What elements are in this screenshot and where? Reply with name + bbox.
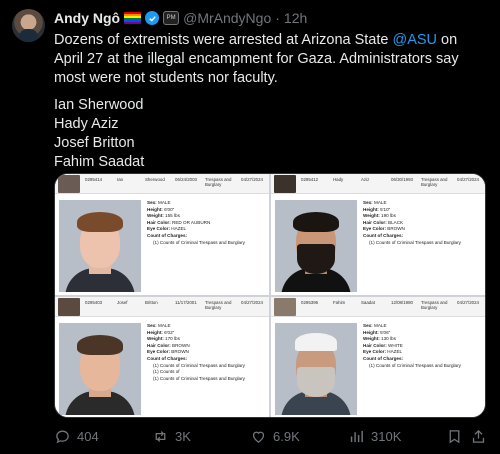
thumbnail-image xyxy=(274,175,296,193)
record-details: Sex: MALE Height: 6'02" Weight: 170 lbs … xyxy=(147,323,245,381)
record-header-row: 0295396 Fahim Saadat 12/08/1980 Trespass… xyxy=(271,297,485,317)
date-of-birth: 11/17/2001 xyxy=(175,300,197,305)
bookmark-button[interactable] xyxy=(446,428,463,445)
arrest-date: 04/27/2024 xyxy=(457,177,479,182)
record-details: Sex: MALE Height: 6'00" Weight: 155 lbs … xyxy=(147,200,245,245)
mugshot-photo xyxy=(275,200,357,292)
record-header-row: 0295414 Ian Sherwood 06/24/2003 Trespass… xyxy=(55,174,269,194)
name-line: Hady Aziz xyxy=(54,116,119,132)
name-line: Ian Sherwood xyxy=(54,97,144,113)
mugshot-photo xyxy=(59,200,141,292)
date-of-birth: 06/24/2003 xyxy=(175,177,197,182)
record-header-row: 0295412 Hady Aziz 06/30/1993 Trespass an… xyxy=(271,174,485,194)
media-grid[interactable]: 0295414 Ian Sherwood 06/24/2003 Trespass… xyxy=(54,173,486,418)
timestamp[interactable]: 12h xyxy=(284,10,307,26)
first-name: Hady xyxy=(333,177,344,182)
thumbnail-image xyxy=(58,298,80,316)
date-of-birth: 12/08/1980 xyxy=(391,300,413,305)
repost-button[interactable]: 3K xyxy=(152,428,191,445)
mugshot-photo xyxy=(59,323,141,415)
mugshot-photo xyxy=(275,323,357,415)
thumbnail-image xyxy=(58,175,80,193)
first-name: Ian xyxy=(117,177,124,182)
bookmark-icon xyxy=(449,430,460,444)
name-line: Josef Britton xyxy=(54,135,135,151)
verified-badge-icon[interactable] xyxy=(145,11,160,25)
first-name: Josef xyxy=(117,300,128,305)
booking-number: 0295412 xyxy=(301,177,319,182)
reply-icon xyxy=(56,430,69,444)
mugshot-card[interactable]: 0295412 Hady Aziz 06/30/1993 Trespass an… xyxy=(271,174,485,295)
thumbnail-image xyxy=(274,298,296,316)
booking-number: 0295396 xyxy=(301,300,319,305)
arrest-date: 04/27/2024 xyxy=(241,177,263,182)
repost-icon xyxy=(155,431,166,442)
author-handle[interactable]: @MrAndyNgo xyxy=(183,10,271,26)
tweet-text-part1: Dozens of extremists were arrested at Ar… xyxy=(54,32,393,48)
views-chart-icon xyxy=(350,430,363,443)
last-name: Britton xyxy=(145,300,158,305)
date-of-birth: 06/30/1993 xyxy=(391,177,413,182)
view-count: 310K xyxy=(371,429,402,444)
arrest-date: 04/27/2024 xyxy=(241,300,263,305)
share-icon xyxy=(472,429,485,443)
offense: Trespass and Burglary xyxy=(421,177,448,187)
first-name: Fahim xyxy=(333,300,346,305)
arrestee-names: Ian Sherwood Hady Aziz Josef Britton Fah… xyxy=(54,96,144,172)
avatar[interactable] xyxy=(12,9,45,42)
heart-icon xyxy=(252,431,265,443)
affiliation-badge-icon[interactable]: PM xyxy=(163,11,180,25)
reply-count: 404 xyxy=(77,429,99,444)
like-count: 6.9K xyxy=(273,429,300,444)
reply-button[interactable]: 404 xyxy=(54,428,99,445)
rainbow-flag-icon xyxy=(124,12,142,24)
booking-number: 0295403 xyxy=(85,300,103,305)
separator-dot: · xyxy=(275,10,280,26)
record-details: Sex: MALE Height: 5'10" Weight: 190 lbs … xyxy=(363,200,461,245)
tweet-header: Andy Ngô PM @MrAndyNgo · 12h xyxy=(54,9,307,27)
mugshot-card[interactable]: 0295403 Josef Britton 11/17/2001 Trespas… xyxy=(55,297,269,417)
mugshot-card[interactable]: 0295396 Fahim Saadat 12/08/1980 Trespass… xyxy=(271,297,485,417)
author-name[interactable]: Andy Ngô xyxy=(54,10,120,26)
booking-number: 0295414 xyxy=(85,177,103,182)
arrest-date: 04/27/2024 xyxy=(457,300,479,305)
action-bar: 404 3K 6.9K 310K xyxy=(54,428,486,446)
last-name: Aziz xyxy=(361,177,370,182)
record-details: Sex: MALE Height: 5'06" Weight: 130 lbs … xyxy=(363,323,461,368)
offense: Trespass and Burglary xyxy=(421,300,448,310)
tweet-body: Dozens of extremists were arrested at Ar… xyxy=(54,31,484,88)
name-line: Fahim Saadat xyxy=(54,154,145,170)
views-button[interactable]: 310K xyxy=(348,428,401,445)
last-name: Sherwood xyxy=(145,177,165,182)
mugshot-card[interactable]: 0295414 Ian Sherwood 06/24/2003 Trespass… xyxy=(55,174,269,295)
record-header-row: 0295403 Josef Britton 11/17/2001 Trespas… xyxy=(55,297,269,317)
last-name: Saadat xyxy=(361,300,375,305)
like-button[interactable]: 6.9K xyxy=(250,428,300,445)
share-button[interactable] xyxy=(470,428,487,445)
offense: Trespass and Burglary xyxy=(205,177,232,187)
mention-link[interactable]: @ASU xyxy=(392,32,437,48)
repost-count: 3K xyxy=(175,429,191,444)
offense: Trespass and Burglary xyxy=(205,300,232,310)
